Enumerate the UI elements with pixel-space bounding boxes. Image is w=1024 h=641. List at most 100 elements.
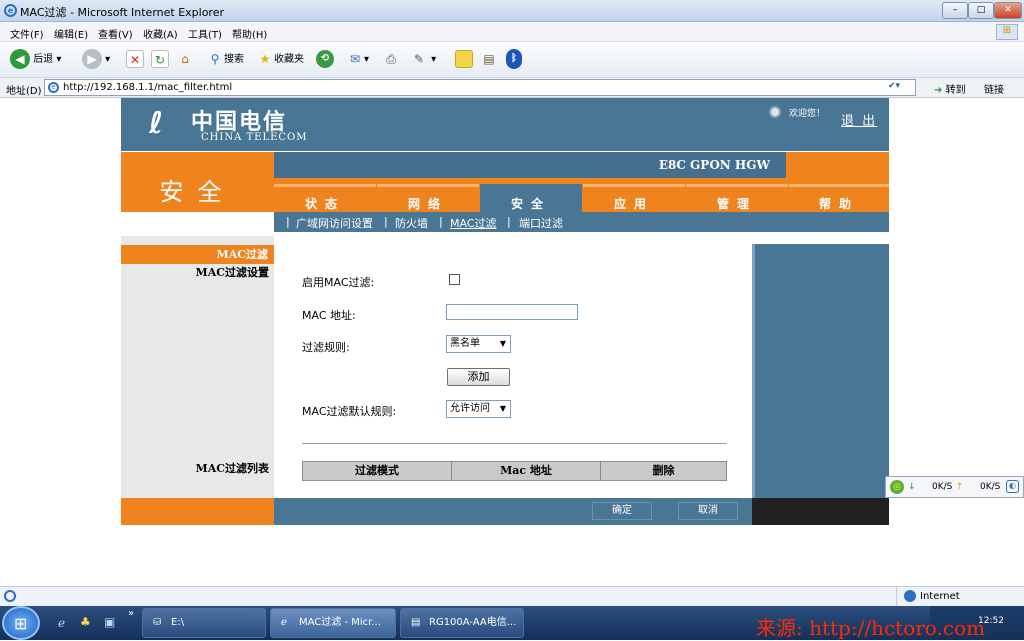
favorites-button[interactable]: ★ 收藏夹: [256, 49, 304, 71]
home-button[interactable]: ⌂: [176, 49, 194, 71]
refresh-icon: ↻: [151, 50, 169, 68]
col-delete: 删除: [652, 464, 675, 477]
desktop-icon[interactable]: ▣: [104, 615, 115, 629]
settings-icon[interactable]: ◐: [1006, 480, 1019, 493]
stop-button[interactable]: ✕: [126, 49, 144, 71]
document-icon: ▤: [411, 617, 421, 628]
mail-icon: ✉: [349, 52, 361, 66]
mac-address-input[interactable]: [446, 304, 578, 320]
address-input[interactable]: e http://192.168.1.1/mac_filter.html: [44, 79, 916, 96]
tab-status[interactable]: 状态: [274, 184, 376, 212]
taskbar-item-rg100a[interactable]: ▤ RG100A-AA电信...: [400, 608, 524, 638]
download-speed: 0K/S: [932, 482, 953, 492]
tab-network[interactable]: 网络: [377, 184, 479, 212]
divider: [302, 443, 727, 444]
print-button[interactable]: ⎙: [382, 49, 400, 71]
subnav-divider: |: [384, 215, 388, 228]
main-nav: 状态 网络 安全 应用 管理 帮助: [274, 178, 889, 212]
security-icon: ✔▾: [888, 81, 901, 91]
cancel-button[interactable]: 取消: [678, 502, 738, 520]
upload-arrow-icon: ↑: [956, 482, 964, 492]
close-button[interactable]: ✕: [994, 2, 1022, 19]
bluetooth-icon: ᛒ: [506, 49, 522, 69]
mail-button[interactable]: ✉ ▾: [346, 49, 369, 71]
refresh-button[interactable]: ↻: [151, 49, 169, 71]
footer-bar: 确定 取消: [274, 498, 752, 525]
subnav-mac-filter[interactable]: MAC过滤: [450, 215, 497, 231]
taskbar-item-explorer[interactable]: ⛁ E:\: [142, 608, 266, 638]
toolbar: ◀ 后退 ▾ ▶ ▾ ✕ ↻ ⌂ ⚲ 搜索 ★ 收藏夹 ⟲ ✉ ▾ ⎙ ✎ ▾ ▤ ᛒ: [0, 42, 1024, 78]
taskbar-item-ie[interactable]: ℯ MAC过滤 - Micr...: [270, 608, 396, 638]
default-rule-select[interactable]: 允许访问 ▼: [446, 400, 511, 418]
address-url: http://192.168.1.1/mac_filter.html: [63, 82, 233, 93]
product-bar-accent: [786, 152, 889, 178]
start-button[interactable]: ⊞: [2, 606, 40, 640]
tab-management[interactable]: 管理: [686, 184, 788, 212]
welcome-text: 欢迎您！: [789, 109, 826, 119]
research-button[interactable]: ▤: [480, 49, 498, 71]
forward-button[interactable]: ▶ ▾: [82, 49, 110, 71]
links-button[interactable]: 链接: [984, 81, 1004, 96]
status-divider: [896, 587, 897, 607]
mac-address-label: MAC 地址:: [302, 309, 356, 322]
menu-view[interactable]: 查看(V): [98, 26, 133, 41]
stop-icon: ✕: [126, 50, 144, 68]
enable-mac-filter-checkbox[interactable]: [449, 274, 460, 285]
footer-right: [752, 498, 889, 525]
search-button[interactable]: ⚲ 搜索: [206, 49, 244, 71]
right-panel: [752, 244, 889, 498]
windows-flag-icon: ⊞: [996, 24, 1018, 40]
edit-icon: ✎: [413, 52, 425, 66]
ie-icon: e: [4, 4, 17, 17]
logout-link[interactable]: 退 出: [841, 110, 877, 129]
quicklaunch-more[interactable]: »: [128, 608, 134, 619]
notes-button[interactable]: [455, 49, 473, 71]
bluetooth-button[interactable]: ᛒ: [506, 49, 522, 71]
windows-logo-icon: ⊞: [14, 614, 28, 633]
menu-help[interactable]: 帮助(H): [232, 26, 267, 41]
star-icon: ★: [259, 52, 271, 66]
back-button[interactable]: ◀ 后退 ▾: [10, 49, 61, 71]
tab-security[interactable]: 安全: [480, 184, 582, 212]
page-status-icon: [4, 590, 16, 602]
menu-file[interactable]: 文件(F): [10, 26, 44, 41]
menu-edit[interactable]: 编辑(E): [54, 26, 88, 41]
search-icon: ⚲: [210, 52, 220, 66]
header-banner: ℓ 中国电信 CHINA TELECOM 欢迎您！ 退 出: [121, 98, 889, 151]
product-bar: E8C GPON HGW: [274, 152, 786, 178]
ok-button[interactable]: 确定: [592, 502, 652, 520]
edit-button[interactable]: ✎ ▾: [410, 49, 436, 71]
left-menu-mac-filter[interactable]: MAC过滤: [121, 245, 274, 264]
subnav-firewall[interactable]: 防火墙: [395, 215, 428, 231]
forward-arrow-icon: ▶: [82, 49, 102, 69]
note-icon: [455, 50, 473, 68]
menu-favorites[interactable]: 收藏(A): [143, 26, 178, 41]
sub-nav: | 广域网访问设置 | 防火墙 | MAC过滤 | 端口过滤: [274, 212, 889, 232]
maximize-button[interactable]: □: [968, 2, 994, 19]
page-icon: e: [48, 82, 59, 93]
menu-tools[interactable]: 工具(T): [188, 26, 222, 41]
subnav-divider: |: [286, 215, 290, 228]
minimize-button[interactable]: –: [942, 2, 968, 19]
enable-mac-filter-label: 启用MAC过滤:: [302, 276, 375, 289]
address-bar: 地址(D) e http://192.168.1.1/mac_filter.ht…: [0, 78, 1024, 98]
footer-left: [121, 498, 274, 525]
subnav-port-filter[interactable]: 端口过滤: [519, 215, 563, 231]
chevron-down-icon: ▼: [499, 339, 506, 348]
ie-quicklaunch-icon[interactable]: ℯ: [58, 616, 65, 630]
subnav-wan-access[interactable]: 广域网访问设置: [296, 215, 373, 231]
mac-filter-settings-label: MAC过滤设置: [195, 266, 269, 279]
download-arrow-icon: ↓: [908, 482, 916, 492]
tab-help[interactable]: 帮助: [789, 184, 889, 212]
col-mac-address: Mac 地址: [452, 462, 601, 480]
add-button[interactable]: 添加: [447, 368, 510, 386]
history-icon: ⟲: [316, 50, 334, 68]
go-button[interactable]: ➜ 转到: [934, 81, 966, 96]
filter-rule-select[interactable]: 黑名单 ▼: [446, 335, 511, 353]
printer-icon: ⎙: [386, 52, 396, 66]
qq-icon[interactable]: ♣: [80, 615, 91, 629]
mac-filter-table-header: 过滤模式 Mac 地址 删除: [302, 461, 727, 481]
history-button[interactable]: ⟲: [316, 49, 334, 71]
tab-application[interactable]: 应用: [583, 184, 685, 212]
book-icon: ▤: [483, 52, 495, 66]
